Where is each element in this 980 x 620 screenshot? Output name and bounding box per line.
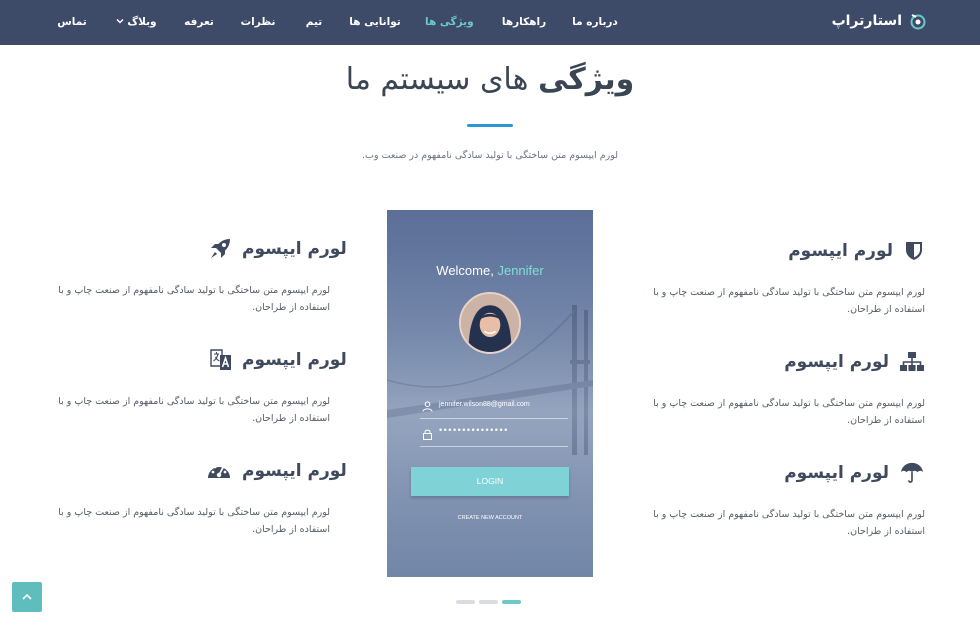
- welcome-text: Welcome, Jennifer: [387, 263, 593, 278]
- carousel-dot[interactable]: [479, 600, 498, 604]
- feature-text: لورم ایپسوم متن ساختگی با تولید سادگی نا…: [653, 509, 925, 537]
- nav-item-pricing[interactable]: تعرفه: [180, 15, 218, 29]
- feature-title: لورم ایپسوم: [242, 350, 347, 370]
- brand-name: استارتراپ: [831, 13, 902, 29]
- carousel-dot[interactable]: [456, 600, 475, 604]
- avatar: [459, 292, 521, 354]
- nav-item-about[interactable]: درباره ما: [570, 15, 620, 29]
- dashboard-icon: [208, 463, 230, 478]
- email-field[interactable]: jennifer.wilson88@gmail.com: [420, 395, 568, 419]
- feature-title: لورم ایپسوم: [242, 239, 347, 259]
- nav-item-solutions[interactable]: راهکارها: [500, 15, 548, 29]
- top-navbar: استارتراپ درباره ما راهکارها ویژگی ها تو…: [0, 0, 980, 45]
- brand-logo-icon: [910, 14, 926, 30]
- feature-heading: لورم ایپسوم: [784, 349, 925, 375]
- feature-heading: لورم ایپسوم: [206, 458, 347, 484]
- title-underline: [467, 124, 513, 127]
- feature-heading: لورم ایپسوم: [208, 236, 347, 262]
- brand[interactable]: استارتراپ: [832, 11, 928, 31]
- back-to-top-button[interactable]: [12, 582, 42, 612]
- feature-title: لورم ایپسوم: [788, 241, 893, 261]
- user-photo: [461, 294, 519, 352]
- rocket-icon: [211, 239, 230, 258]
- nav-item-reviews[interactable]: نظرات: [238, 15, 278, 29]
- feature-heading: لورم ایپسوم: [788, 238, 925, 264]
- email-value: jennifer.wilson88@gmail.com: [439, 401, 530, 408]
- feature-heading: لورم ایپسوم: [210, 347, 347, 373]
- feature-title: لورم ایپسوم: [242, 461, 347, 481]
- translate-icon: [210, 349, 231, 370]
- carousel-dot-active[interactable]: [502, 600, 521, 604]
- section-subtitle: لورم ایپسوم متن ساختگی با تولید سادگی نا…: [361, 150, 618, 161]
- login-button[interactable]: LOGIN: [411, 467, 569, 496]
- chevron-up-icon: [22, 593, 32, 600]
- feature-text: لورم ایپسوم متن ساختگی با تولید سادگی نا…: [58, 285, 330, 313]
- nav-item-contact[interactable]: تماس: [54, 15, 90, 29]
- nav-item-blog[interactable]: وبلاگ: [124, 15, 160, 29]
- user-icon: [422, 401, 433, 412]
- password-value: •••••••••••••••: [439, 425, 509, 435]
- create-account-link[interactable]: CREATE NEW ACCOUNT: [387, 515, 593, 521]
- shield-icon: [906, 242, 922, 260]
- feature-heading: لورم ایپسوم: [784, 460, 925, 486]
- feature-text: لورم ایپسوم متن ساختگی با تولید سادگی نا…: [653, 287, 925, 315]
- nav-item-abilities[interactable]: توانایی ها: [345, 15, 405, 29]
- feature-title: لورم ایپسوم: [784, 352, 889, 372]
- feature-title: لورم ایپسوم: [784, 463, 889, 483]
- nav-item-team[interactable]: تیم: [300, 15, 328, 29]
- nav-item-features[interactable]: ویژگی ها: [425, 15, 474, 29]
- section-title-rest: های سیستم ما: [345, 62, 529, 97]
- app-screenshot-mockup: Welcome, Jennifer jennifer.wilson88@gmai…: [387, 210, 593, 577]
- feature-text: لورم ایپسوم متن ساختگی با تولید سادگی نا…: [58, 507, 330, 535]
- section-title-strong: ویژگی: [537, 62, 635, 97]
- feature-text: لورم ایپسوم متن ساختگی با تولید سادگی نا…: [58, 396, 330, 424]
- lock-icon: [423, 429, 432, 440]
- welcome-name: Jennifer: [497, 263, 544, 278]
- feature-text: لورم ایپسوم متن ساختگی با تولید سادگی نا…: [653, 398, 925, 426]
- section-title: ویژگی های سیستم ما: [0, 62, 980, 97]
- welcome-greeting: Welcome,: [436, 263, 494, 278]
- umbrella-icon: [901, 462, 923, 483]
- sitemap-icon: [900, 352, 924, 371]
- password-field[interactable]: •••••••••••••••: [420, 423, 568, 447]
- chevron-down-icon[interactable]: [115, 16, 125, 26]
